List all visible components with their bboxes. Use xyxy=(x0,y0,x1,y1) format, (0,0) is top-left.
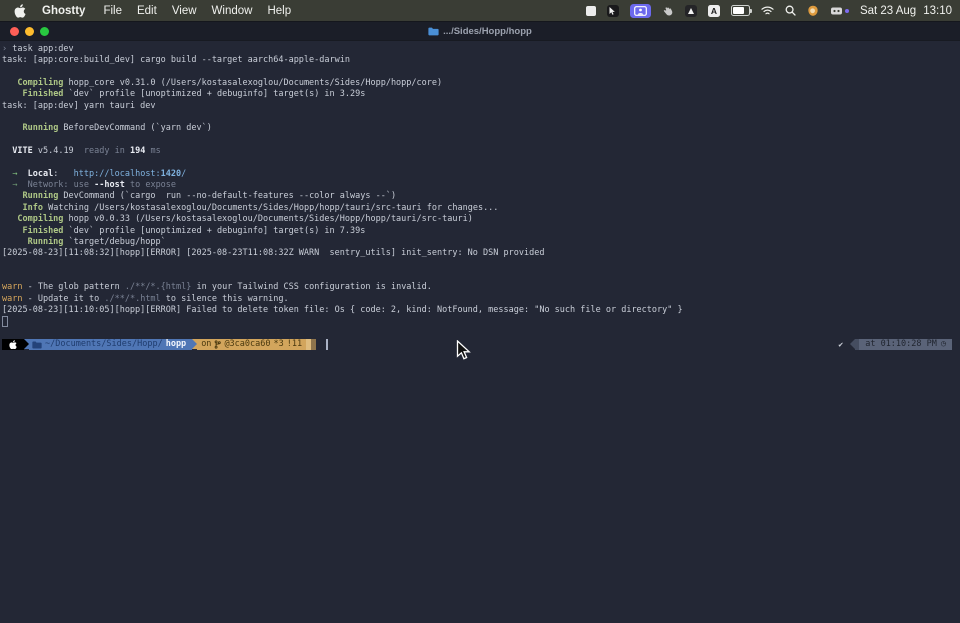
terminal-line: Finished `dev` profile [unoptimized + de… xyxy=(2,226,960,237)
prompt-os-segment xyxy=(2,339,24,351)
terminal-line: Running BeforeDevCommand (`yarn dev`) xyxy=(2,123,960,134)
terminal-line: Finished `dev` profile [unoptimized + de… xyxy=(2,89,960,100)
git-branch-icon xyxy=(214,340,221,349)
apple-menu-icon[interactable] xyxy=(14,4,26,18)
folder-icon xyxy=(32,341,42,349)
spotlight-icon[interactable] xyxy=(785,5,796,16)
input-source-icon[interactable]: A xyxy=(708,5,720,17)
terminal-line: warn - The glob pattern ./**/*.{html} in… xyxy=(2,282,960,293)
cursor-app-icon[interactable] xyxy=(607,5,619,17)
terminal-line xyxy=(2,67,960,78)
terminal-line: → Local: http://localhost:1420/ xyxy=(2,169,960,180)
terminal-line xyxy=(2,271,960,282)
menu-bar-clock[interactable]: Sat 23 Aug 13:10 xyxy=(860,5,952,17)
terminal-line xyxy=(2,328,960,339)
battery-icon[interactable] xyxy=(731,5,750,16)
prompt-path-prefix: ~/Documents/Sides/Hopp/ xyxy=(45,339,163,350)
prompt-time-segment: at 01:10:28 PM ◷ xyxy=(859,339,952,351)
prompt-git-segment: on @3ca0ca60 *3 !11 xyxy=(197,339,306,351)
menu-bar-date: Sat 23 Aug xyxy=(860,5,916,17)
terminal-line: [2025-08-23][11:10:05][hopp][ERROR] Fail… xyxy=(2,305,960,316)
close-button[interactable] xyxy=(10,27,19,36)
wifi-icon[interactable] xyxy=(761,6,774,16)
terminal-line: Compiling hopp_core v0.31.0 (/Users/kost… xyxy=(2,78,960,89)
terminal-line: Running DevCommand (`cargo run --no-defa… xyxy=(2,191,960,202)
terminal-line xyxy=(2,157,960,168)
hand-gesture-icon[interactable] xyxy=(662,5,674,17)
menu-item-window[interactable]: Window xyxy=(212,5,253,17)
terminal-line xyxy=(2,135,960,146)
terminal-line: Running `target/debug/hopp` xyxy=(2,237,960,248)
terminal-line: task: [app:core:build_dev] cargo build -… xyxy=(2,55,960,66)
window-title-text: .../Sides/Hopp/hopp xyxy=(443,26,532,37)
orange-app-icon[interactable] xyxy=(807,5,819,17)
terminal-line xyxy=(2,260,960,271)
terminal-line xyxy=(2,316,960,327)
terminal-output: › task app:devtask: [app:core:build_dev]… xyxy=(2,44,960,339)
prompt-time-label: at 01:10:28 PM xyxy=(865,339,937,350)
terminal-line: → Network: use --host to expose xyxy=(2,180,960,191)
terminal-line: warn - Update it to ./**/*.html to silen… xyxy=(2,294,960,305)
clock-icon: ◷ xyxy=(941,339,946,350)
terminal-line: task: [app:dev] yarn tauri dev xyxy=(2,101,960,112)
terminal-line xyxy=(2,112,960,123)
right-prompt: ✔ at 01:10:28 PM ◷ xyxy=(838,339,952,351)
inactive-block-cursor xyxy=(2,316,8,327)
menu-item-file[interactable]: File xyxy=(103,5,122,17)
terminal-content[interactable]: › task app:devtask: [app:core:build_dev]… xyxy=(0,42,960,623)
terminal-line: Info Watching /Users/kostasalexoglou/Doc… xyxy=(2,203,960,214)
git-commit-hash: @3ca0ca60 xyxy=(224,339,270,350)
folder-icon xyxy=(428,27,439,36)
prompt-bar: ~/Documents/Sides/Hopp/hopp on @3ca0ca60… xyxy=(2,339,960,351)
segment-fade xyxy=(311,339,316,351)
zoom-button[interactable] xyxy=(40,27,49,36)
notification-dot xyxy=(845,9,849,13)
git-modified-count: !11 xyxy=(287,339,302,350)
window-title-bar: .../Sides/Hopp/hopp xyxy=(0,22,960,41)
terminal-line: VITE v5.4.19 ready in 194 ms xyxy=(2,146,960,157)
screen-share-icon[interactable] xyxy=(630,4,651,18)
device-icon[interactable] xyxy=(830,6,849,16)
success-check-icon: ✔ xyxy=(838,339,843,350)
triangle-app-icon[interactable] xyxy=(685,5,697,17)
menu-item-help[interactable]: Help xyxy=(267,5,291,17)
menu-bar: Ghostty File Edit View Window Help A xyxy=(0,0,960,22)
minimize-button[interactable] xyxy=(25,27,34,36)
apple-logo-icon xyxy=(9,340,17,350)
menu-item-view[interactable]: View xyxy=(172,5,197,17)
text-cursor xyxy=(326,339,328,350)
prompt-path-current: hopp xyxy=(166,339,186,350)
terminal-line: › task app:dev xyxy=(2,44,960,55)
git-on-label: on xyxy=(201,339,211,350)
terminal-line: [2025-08-23][11:08:32][hopp][ERROR] [202… xyxy=(2,248,960,259)
terminal-line: Compiling hopp v0.0.33 (/Users/kostasale… xyxy=(2,214,960,225)
window-title: .../Sides/Hopp/hopp xyxy=(0,26,960,37)
menu-bar-time: 13:10 xyxy=(923,5,952,17)
menu-app-name[interactable]: Ghostty xyxy=(42,5,85,17)
git-stash-count: *3 xyxy=(274,339,284,350)
prompt-directory-segment: ~/Documents/Sides/Hopp/hopp xyxy=(29,339,192,351)
menu-item-edit[interactable]: Edit xyxy=(137,5,157,17)
display-icon[interactable] xyxy=(586,6,596,16)
mouse-pointer xyxy=(456,340,471,361)
